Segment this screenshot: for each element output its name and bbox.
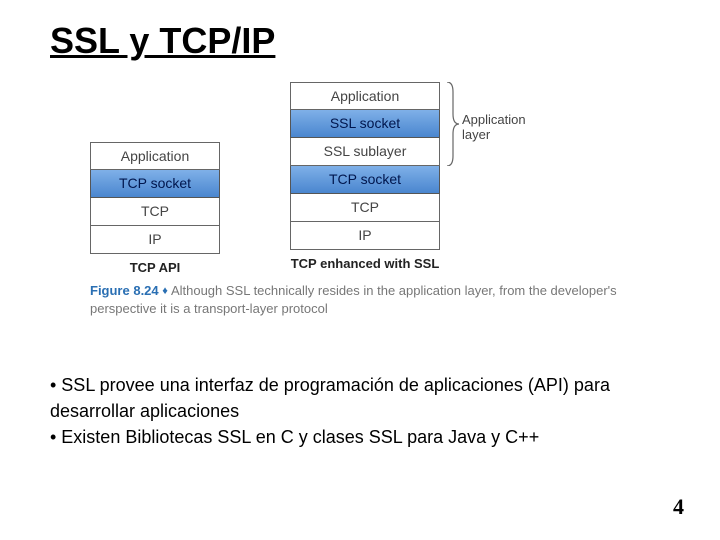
bullet-list: • SSL provee una interfaz de programació… (50, 372, 680, 450)
stack-cell: Application (290, 82, 440, 110)
page-number: 4 (673, 494, 684, 520)
stack-cell: TCP socket (90, 170, 220, 198)
brace-icon (445, 82, 459, 166)
stack-cell: IP (90, 226, 220, 254)
diagram-area: Application TCP socket TCP IP TCP API Ap… (50, 82, 680, 342)
slide-title: SSL y TCP/IP (50, 20, 680, 62)
brace-label-line: layer (462, 127, 490, 142)
figure-number: Figure 8.24 (90, 283, 159, 298)
stack-cell: SSL sublayer (290, 138, 440, 166)
stack-label: TCP enhanced with SSL (290, 256, 440, 271)
stack-cell: IP (290, 222, 440, 250)
brace-label-line: Application (462, 112, 526, 127)
stack-cell: Application (90, 142, 220, 170)
stack-cell: SSL socket (290, 110, 440, 138)
stack-label: TCP API (90, 260, 220, 275)
bullet-item: • SSL provee una interfaz de programació… (50, 372, 680, 424)
figure-caption: Figure 8.24 ♦ Although SSL technically r… (90, 282, 640, 318)
stack-cell: TCP socket (290, 166, 440, 194)
diamond-icon: ♦ (162, 285, 171, 297)
bullet-item: • Existen Bibliotecas SSL en C y clases … (50, 424, 680, 450)
tcp-api-stack: Application TCP socket TCP IP TCP API (90, 142, 220, 275)
slide: SSL y TCP/IP Application TCP socket TCP … (0, 0, 720, 540)
stack-cell: TCP (90, 198, 220, 226)
ssl-stack: Application SSL socket SSL sublayer TCP … (290, 82, 440, 271)
brace-label: Application layer (462, 112, 526, 142)
stack-cell: TCP (290, 194, 440, 222)
